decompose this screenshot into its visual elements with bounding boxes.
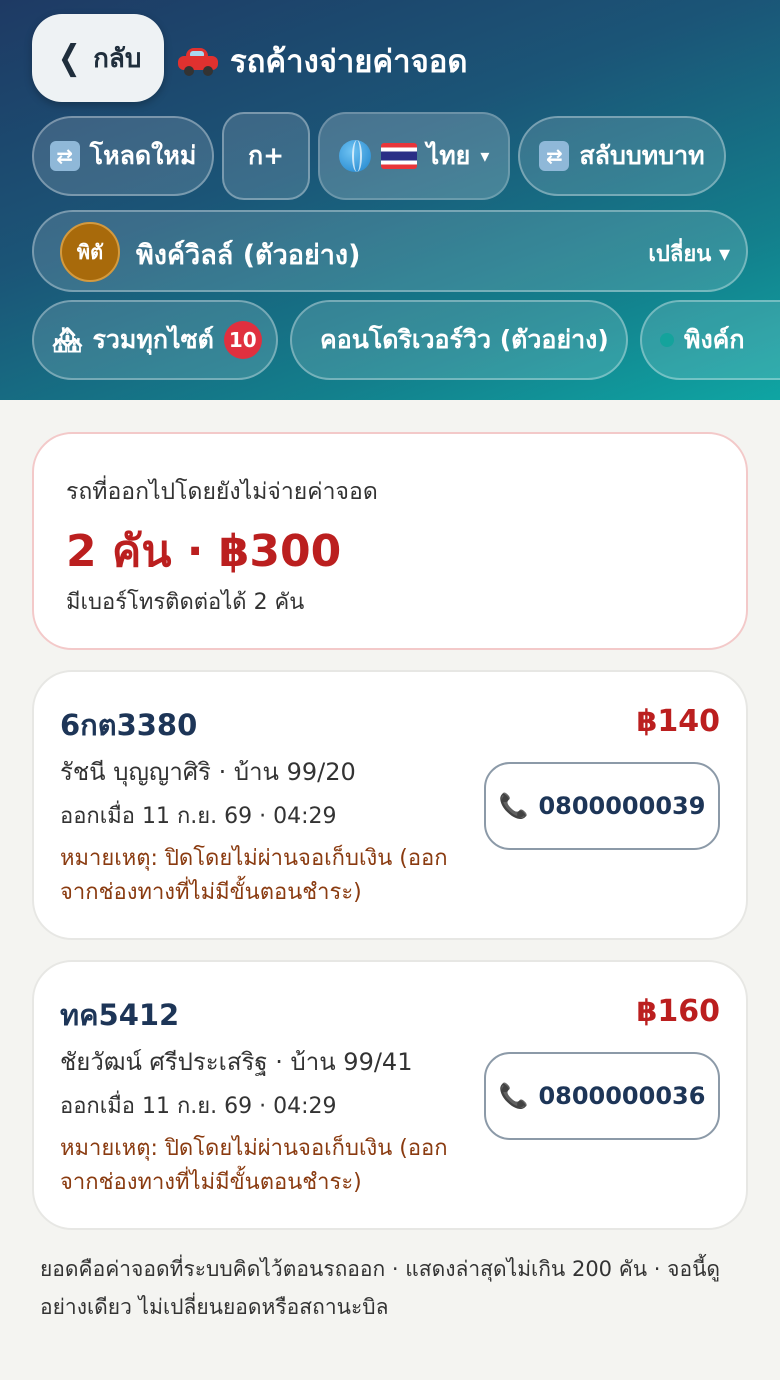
back-button-label: กลับ: [93, 43, 142, 74]
unpaid-car-card: 6กต3380 รัชนี บุญญาศิริ · บ้าน 99/20 ออก…: [32, 670, 748, 940]
phone-icon: 📞: [498, 1082, 529, 1110]
chip-label: รวมทุกไซต์: [92, 325, 214, 354]
amount-due: ฿140: [636, 704, 721, 739]
language-select[interactable]: ไทย ▾: [318, 112, 510, 200]
call-phone-button[interactable]: 📞 0800000039: [484, 762, 720, 850]
owner-info: ชัยวัฒน์ ศรีประเสริฐ · บ้าน 99/41: [60, 1048, 413, 1076]
call-phone-button[interactable]: 📞 0800000036: [484, 1052, 720, 1140]
switch-role-label: สลับบทบาท: [579, 141, 705, 170]
swap-icon: ⇄: [539, 141, 570, 171]
phone-number: 0800000039: [538, 792, 706, 820]
reload-button[interactable]: ⇄ โหลดใหม่: [32, 116, 214, 196]
summary-sub: มีเบอร์โทรติดต่อได้ 2 คัน: [66, 590, 305, 615]
chip-site-pinkville[interactable]: พิงค์ก: [640, 300, 780, 380]
page-title: รถค้างจ่ายค่าจอด: [178, 36, 468, 86]
houses-icon: 🏘: [52, 326, 83, 354]
globe-icon: [338, 140, 371, 172]
count-badge: 10: [223, 321, 262, 359]
exit-time: ออกเมื่อ 11 ก.ย. 69 · 04:29: [60, 1094, 337, 1119]
car-icon: [178, 46, 218, 76]
exit-time: ออกเมื่อ 11 ก.ย. 69 · 04:29: [60, 804, 337, 829]
chip-label: พิงค์ก: [684, 325, 745, 354]
license-plate: 6กต3380: [60, 708, 198, 742]
unpaid-summary-card: รถที่ออกไปโดยยังไม่จ่ายค่าจอด 2 คัน · ฿3…: [32, 432, 748, 650]
switch-role-button[interactable]: ⇄ สลับบทบาท: [518, 116, 726, 196]
site-selector[interactable]: พิตั พิงค์วิลล์ (ตัวอย่าง) เปลี่ยน ▾: [32, 210, 748, 292]
site-name: พิงค์วิลล์ (ตัวอย่าง): [136, 240, 361, 271]
summary-label: รถที่ออกไปโดยยังไม่จ่ายค่าจอด: [66, 479, 378, 505]
site-avatar: พิตั: [60, 222, 120, 282]
footer-note: ยอดคือค่าจอดที่ระบบคิดไว้ตอนรถออก · แสดง…: [40, 1257, 721, 1319]
unpaid-car-card: ทค5412 ชัยวัฒน์ ศรีประเสริฐ · บ้าน 99/41…: [32, 960, 748, 1230]
page-title-text: รถค้างจ่ายค่าจอด: [230, 44, 468, 80]
app-header: ❮ กลับ รถค้างจ่ายค่าจอด ⇄ โหลดใหม่ ก+ ไท…: [0, 0, 780, 400]
summary-headline: 2 คัน · ฿300: [66, 526, 342, 577]
owner-info: รัชนี บุญญาศิริ · บ้าน 99/20: [60, 758, 356, 786]
change-site-button[interactable]: เปลี่ยน ▾: [648, 236, 730, 271]
car-note: หมายเหตุ: ปิดโดยไม่ผ่านจอเก็บเงิน (ออกจา…: [60, 846, 448, 905]
thai-flag-icon: [380, 143, 417, 169]
chip-label: คอนโดริเวอร์วิว (ตัวอย่าง): [320, 325, 609, 354]
refresh-icon: ⇄: [49, 141, 80, 171]
phone-icon: 📞: [498, 792, 529, 820]
language-label: ไทย: [426, 141, 471, 170]
chip-all-sites[interactable]: 🏘 รวมทุกไซต์ 10: [32, 300, 278, 380]
site-color-dot: [660, 333, 674, 347]
chevron-down-icon: ▾: [480, 145, 490, 167]
font-size-label: ก+: [247, 141, 285, 170]
reload-label: โหลดใหม่: [89, 141, 197, 170]
amount-due: ฿160: [636, 994, 721, 1029]
font-size-button[interactable]: ก+: [222, 112, 310, 200]
license-plate: ทค5412: [60, 998, 180, 1032]
chip-site-riverview[interactable]: คอนโดริเวอร์วิว (ตัวอย่าง): [290, 300, 628, 380]
chevron-left-icon: ❮: [57, 38, 81, 78]
back-button[interactable]: ❮ กลับ: [32, 14, 164, 102]
phone-number: 0800000036: [538, 1082, 706, 1110]
car-note: หมายเหตุ: ปิดโดยไม่ผ่านจอเก็บเงิน (ออกจา…: [60, 1136, 448, 1195]
